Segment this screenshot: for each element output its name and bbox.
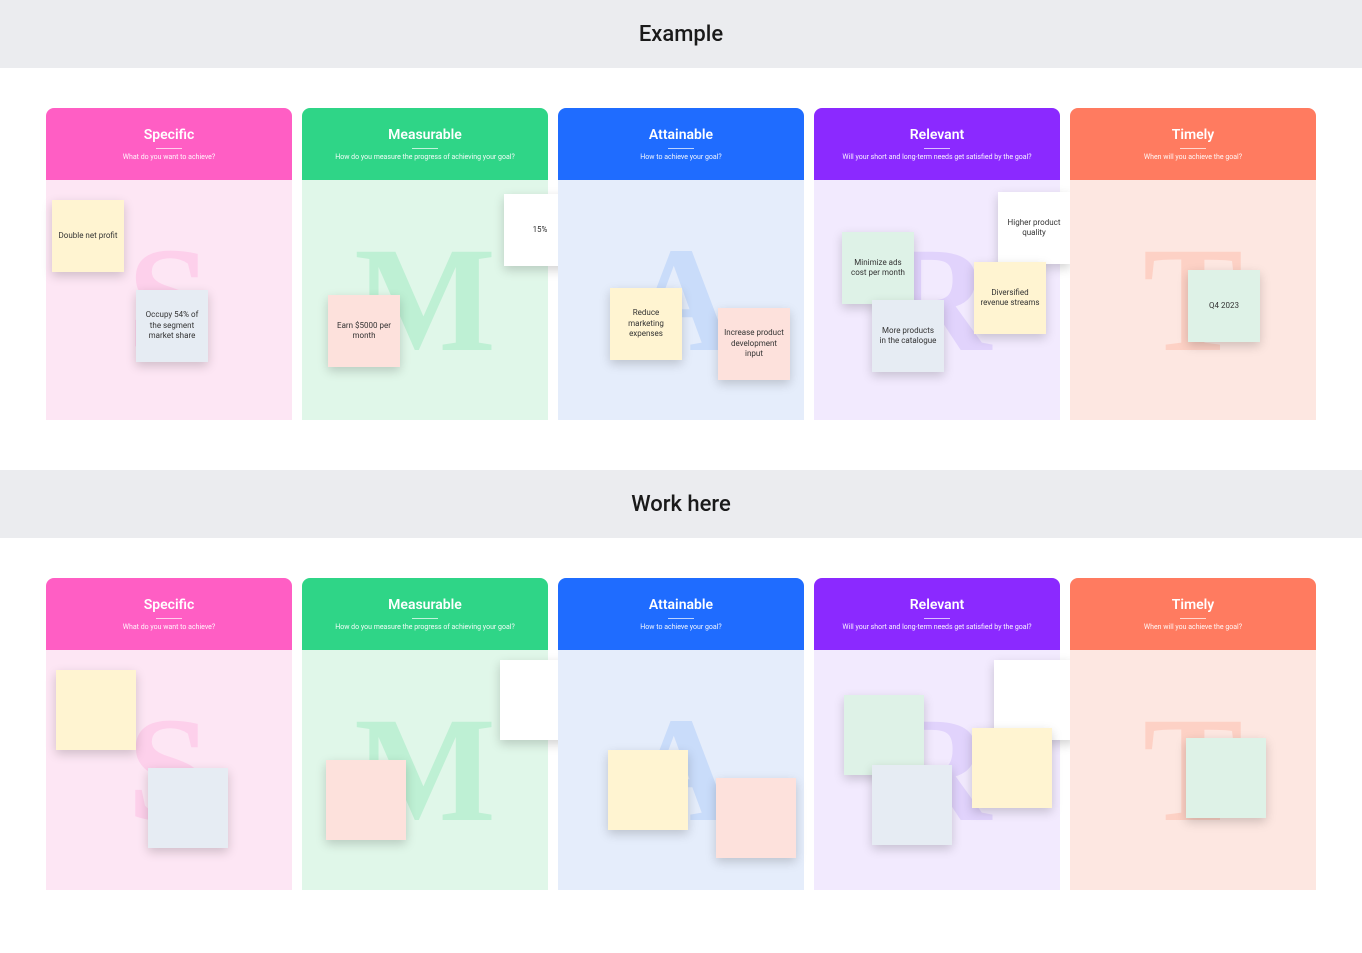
- sticky-note[interactable]: Double net profit: [52, 200, 124, 272]
- column-title: Relevant: [910, 127, 964, 143]
- column-header-attainable: Attainable How to achieve your goal?: [558, 108, 804, 180]
- column-title: Measurable: [388, 597, 462, 613]
- column-header-measurable: Measurable How do you measure the progre…: [302, 578, 548, 650]
- column-header-relevant: Relevant Will your short and long-term n…: [814, 108, 1060, 180]
- sticky-note[interactable]: Minimize ads cost per month: [842, 232, 914, 304]
- column-body-relevant-work[interactable]: R: [814, 650, 1060, 890]
- divider: [412, 148, 438, 149]
- column-subtitle: How to achieve your goal?: [640, 623, 721, 631]
- section-title-example: Example: [639, 22, 723, 47]
- column-measurable: Measurable How do you measure the progre…: [302, 108, 548, 420]
- column-header-specific: Specific What do you want to achieve?: [46, 578, 292, 650]
- column-specific-work: Specific What do you want to achieve? S: [46, 578, 292, 890]
- sticky-note-empty[interactable]: [608, 750, 688, 830]
- column-title: Attainable: [649, 127, 713, 143]
- column-subtitle: What do you want to achieve?: [123, 153, 215, 161]
- sticky-note[interactable]: Occupy 54% of the segment market share: [136, 290, 208, 362]
- column-subtitle: Will your short and long-term needs get …: [842, 153, 1031, 161]
- sticky-note-empty[interactable]: [148, 768, 228, 848]
- sticky-note-empty[interactable]: [56, 670, 136, 750]
- sticky-note[interactable]: More products in the catalogue: [872, 300, 944, 372]
- column-header-specific: Specific What do you want to achieve?: [46, 108, 292, 180]
- section-header-work: Work here: [0, 470, 1362, 538]
- column-body-attainable[interactable]: A Reduce marketing expenses Increase pro…: [558, 180, 804, 420]
- column-title: Measurable: [388, 127, 462, 143]
- column-attainable-work: Attainable How to achieve your goal? A: [558, 578, 804, 890]
- column-subtitle: How do you measure the progress of achie…: [335, 153, 515, 161]
- column-body-measurable[interactable]: M Earn $5000 per month 15%: [302, 180, 548, 420]
- column-body-specific[interactable]: S Double net profit Occupy 54% of the se…: [46, 180, 292, 420]
- sticky-note-empty[interactable]: [1186, 738, 1266, 818]
- column-title: Timely: [1172, 127, 1215, 143]
- divider: [1180, 148, 1206, 149]
- column-attainable: Attainable How to achieve your goal? A R…: [558, 108, 804, 420]
- column-body-relevant[interactable]: R Minimize ads cost per month More produ…: [814, 180, 1060, 420]
- divider: [412, 618, 438, 619]
- column-body-measurable-work[interactable]: M: [302, 650, 548, 890]
- column-subtitle: When will you achieve the goal?: [1144, 623, 1242, 631]
- column-body-timely-work[interactable]: T: [1070, 650, 1316, 890]
- divider: [668, 148, 694, 149]
- section-title-work: Work here: [631, 492, 731, 517]
- column-body-specific-work[interactable]: S: [46, 650, 292, 890]
- column-title: Relevant: [910, 597, 964, 613]
- column-header-measurable: Measurable How do you measure the progre…: [302, 108, 548, 180]
- column-header-timely: Timely When will you achieve the goal?: [1070, 578, 1316, 650]
- column-title: Specific: [144, 597, 195, 613]
- column-timely-work: Timely When will you achieve the goal? T: [1070, 578, 1316, 890]
- column-subtitle: How do you measure the progress of achie…: [335, 623, 515, 631]
- divider: [668, 618, 694, 619]
- column-measurable-work: Measurable How do you measure the progre…: [302, 578, 548, 890]
- column-header-relevant: Relevant Will your short and long-term n…: [814, 578, 1060, 650]
- divider: [156, 148, 182, 149]
- column-title: Attainable: [649, 597, 713, 613]
- board-example: Specific What do you want to achieve? S …: [0, 68, 1362, 470]
- divider: [1180, 618, 1206, 619]
- column-subtitle: What do you want to achieve?: [123, 623, 215, 631]
- section-header-example: Example: [0, 0, 1362, 68]
- divider: [156, 618, 182, 619]
- board-work: Specific What do you want to achieve? S …: [0, 538, 1362, 940]
- column-specific: Specific What do you want to achieve? S …: [46, 108, 292, 420]
- column-header-timely: Timely When will you achieve the goal?: [1070, 108, 1316, 180]
- column-body-attainable-work[interactable]: A: [558, 650, 804, 890]
- column-subtitle: When will you achieve the goal?: [1144, 153, 1242, 161]
- sticky-note[interactable]: Diversified revenue streams: [974, 262, 1046, 334]
- column-subtitle: How to achieve your goal?: [640, 153, 721, 161]
- column-title: Timely: [1172, 597, 1215, 613]
- sticky-note-empty[interactable]: [326, 760, 406, 840]
- sticky-note-empty[interactable]: [972, 728, 1052, 808]
- sticky-note[interactable]: Higher product quality: [998, 192, 1070, 264]
- sticky-note-empty[interactable]: [872, 765, 952, 845]
- column-subtitle: Will your short and long-term needs get …: [842, 623, 1031, 631]
- sticky-note-empty[interactable]: [844, 695, 924, 775]
- column-body-timely[interactable]: T Q4 2023: [1070, 180, 1316, 420]
- sticky-note[interactable]: Increase product development input: [718, 308, 790, 380]
- column-relevant: Relevant Will your short and long-term n…: [814, 108, 1060, 420]
- sticky-note-empty[interactable]: [716, 778, 796, 858]
- sticky-note[interactable]: Earn $5000 per month: [328, 295, 400, 367]
- divider: [924, 148, 950, 149]
- column-header-attainable: Attainable How to achieve your goal?: [558, 578, 804, 650]
- sticky-note[interactable]: Q4 2023: [1188, 270, 1260, 342]
- column-timely: Timely When will you achieve the goal? T…: [1070, 108, 1316, 420]
- sticky-note[interactable]: Reduce marketing expenses: [610, 288, 682, 360]
- column-title: Specific: [144, 127, 195, 143]
- column-relevant-work: Relevant Will your short and long-term n…: [814, 578, 1060, 890]
- divider: [924, 618, 950, 619]
